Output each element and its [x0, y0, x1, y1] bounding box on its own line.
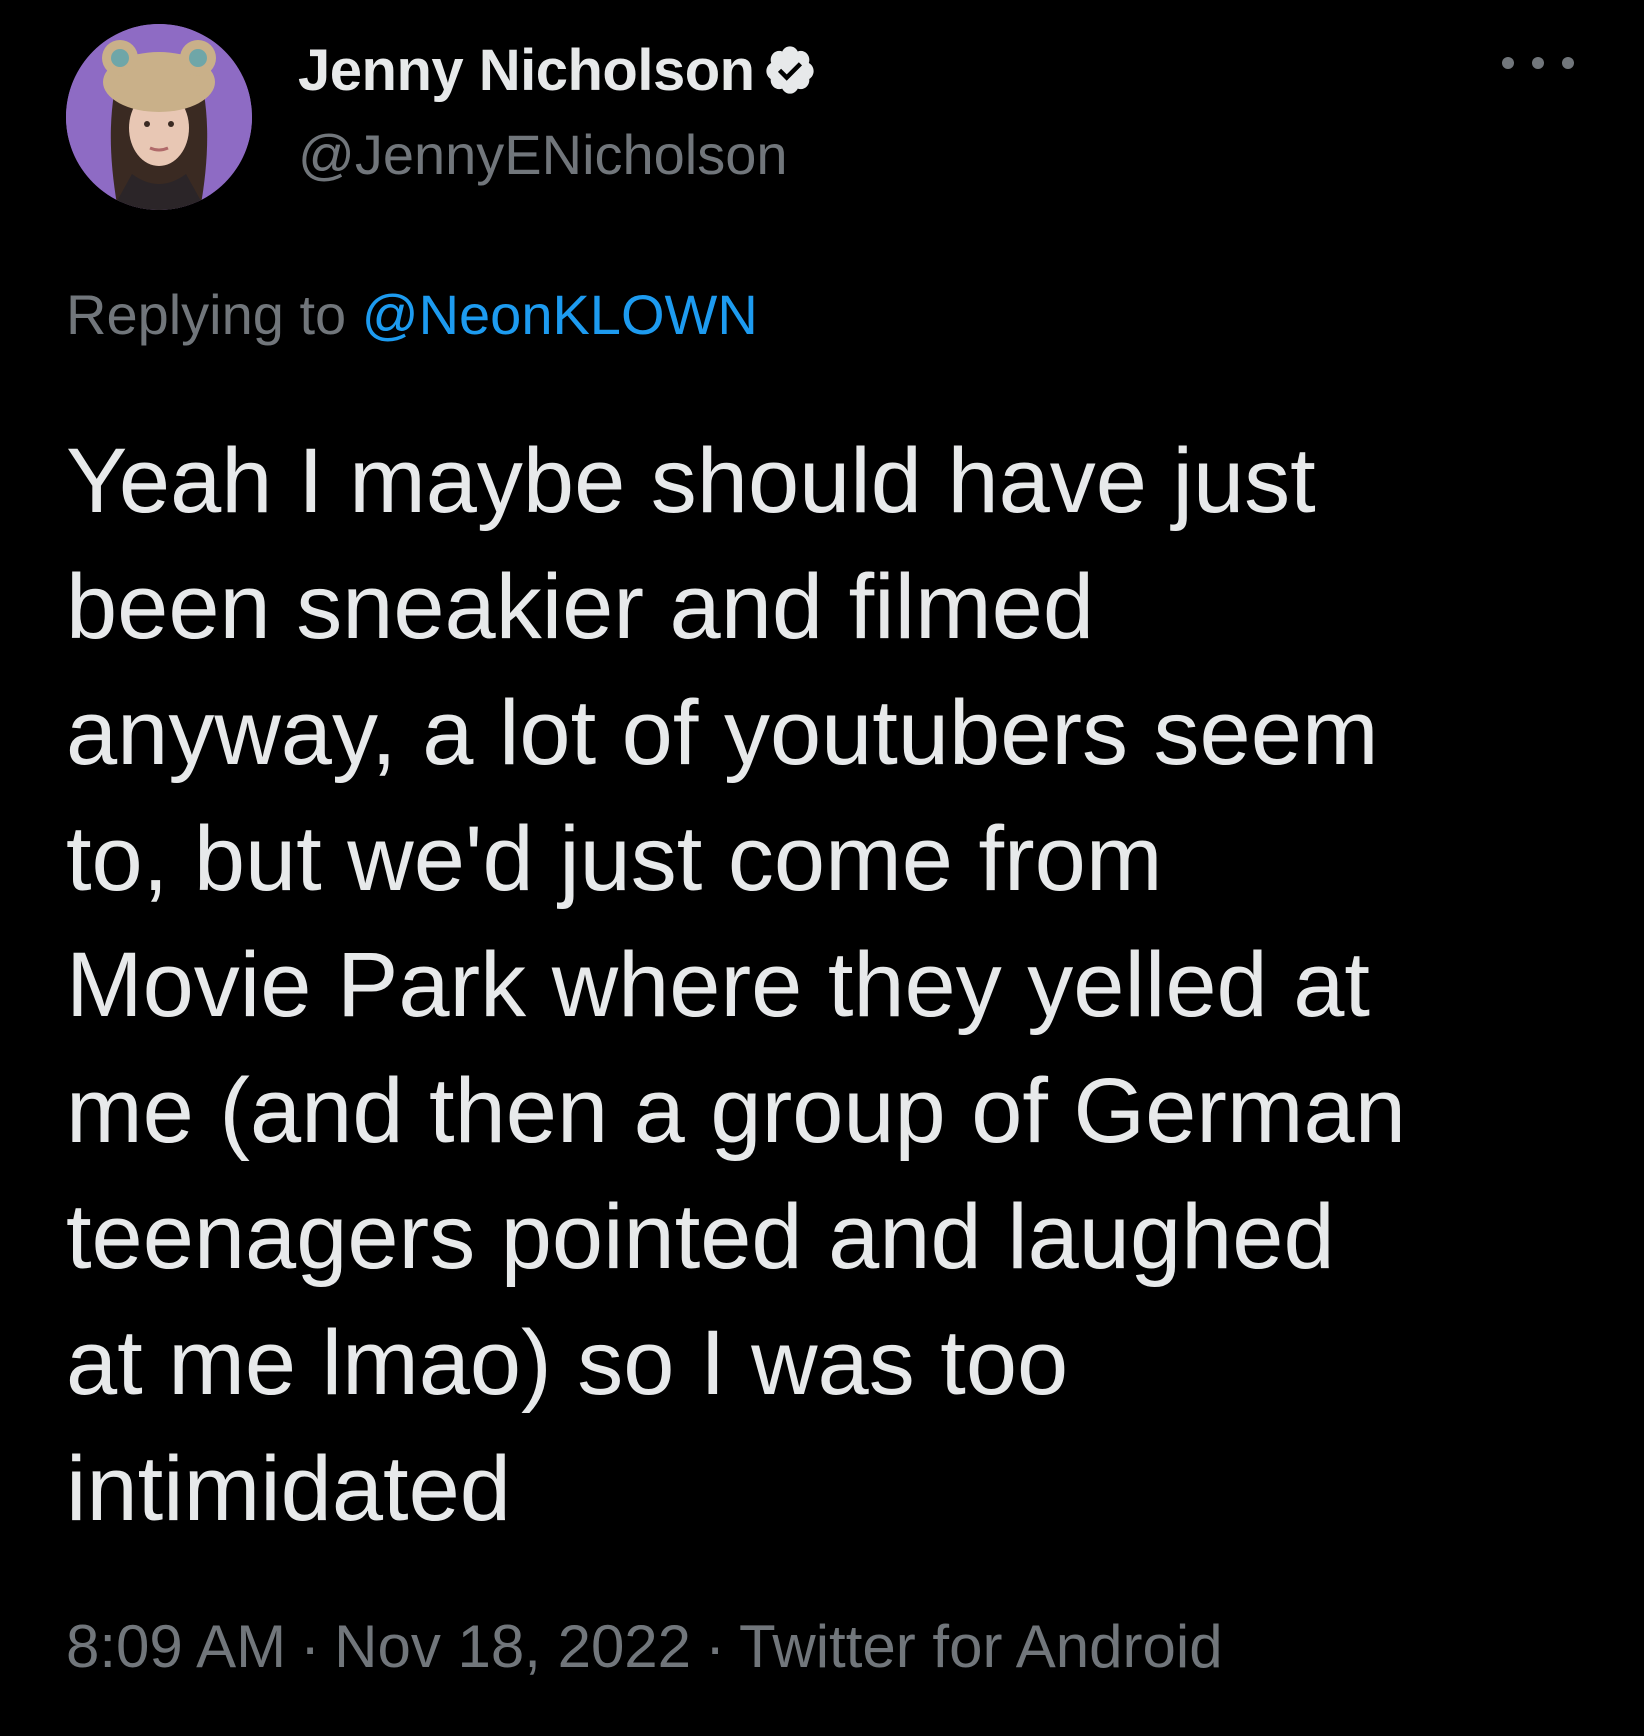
- tweet-text-line: intimidated: [66, 1438, 511, 1540]
- replying-to: Replying to @NeonKLOWN: [66, 282, 758, 347]
- tweet-text-line: Movie Park where they yelled at: [66, 934, 1370, 1036]
- more-dot: [1562, 57, 1574, 69]
- tweet-text-line: anyway, a lot of youtubers seem: [66, 682, 1379, 784]
- more-options-icon[interactable]: [1502, 48, 1574, 78]
- reply-mention-link[interactable]: @NeonKLOWN: [362, 283, 758, 346]
- author-name-row[interactable]: Jenny Nicholson: [298, 28, 817, 112]
- author-handle[interactable]: @JennyENicholson: [298, 122, 788, 187]
- tweet-text-line: at me lmao) so I was too: [66, 1312, 1069, 1414]
- profile-avatar[interactable]: [66, 24, 252, 210]
- tweet-text-line: to, but we'd just come from: [66, 808, 1163, 910]
- tweet-text-line: Yeah I maybe should have just: [66, 430, 1316, 532]
- tweet-time[interactable]: 8:09 AM: [66, 1613, 286, 1680]
- verified-badge-icon: [763, 43, 817, 97]
- tweet-text-line: been sneakier and filmed: [66, 556, 1094, 658]
- tweet-date[interactable]: Nov 18, 2022: [334, 1613, 691, 1680]
- avatar-image: [66, 24, 252, 210]
- separator: ·: [705, 1613, 726, 1680]
- tweet-text: Yeah I maybe should have just been sneak…: [66, 418, 1606, 1552]
- author-display-name[interactable]: Jenny Nicholson: [298, 37, 755, 104]
- tweet: Jenny Nicholson @JennyENicholson Replyin…: [0, 0, 1644, 1736]
- tweet-text-line: me (and then a group of German: [66, 1060, 1406, 1162]
- tweet-source[interactable]: Twitter for Android: [739, 1613, 1223, 1680]
- more-dot: [1502, 57, 1514, 69]
- tweet-text-line: teenagers pointed and laughed: [66, 1186, 1335, 1288]
- replying-to-label: Replying to: [66, 283, 347, 346]
- tweet-metadata: 8:09 AM · Nov 18, 2022 · Twitter for Android: [66, 1612, 1223, 1681]
- separator: ·: [300, 1613, 321, 1680]
- more-dot: [1532, 57, 1544, 69]
